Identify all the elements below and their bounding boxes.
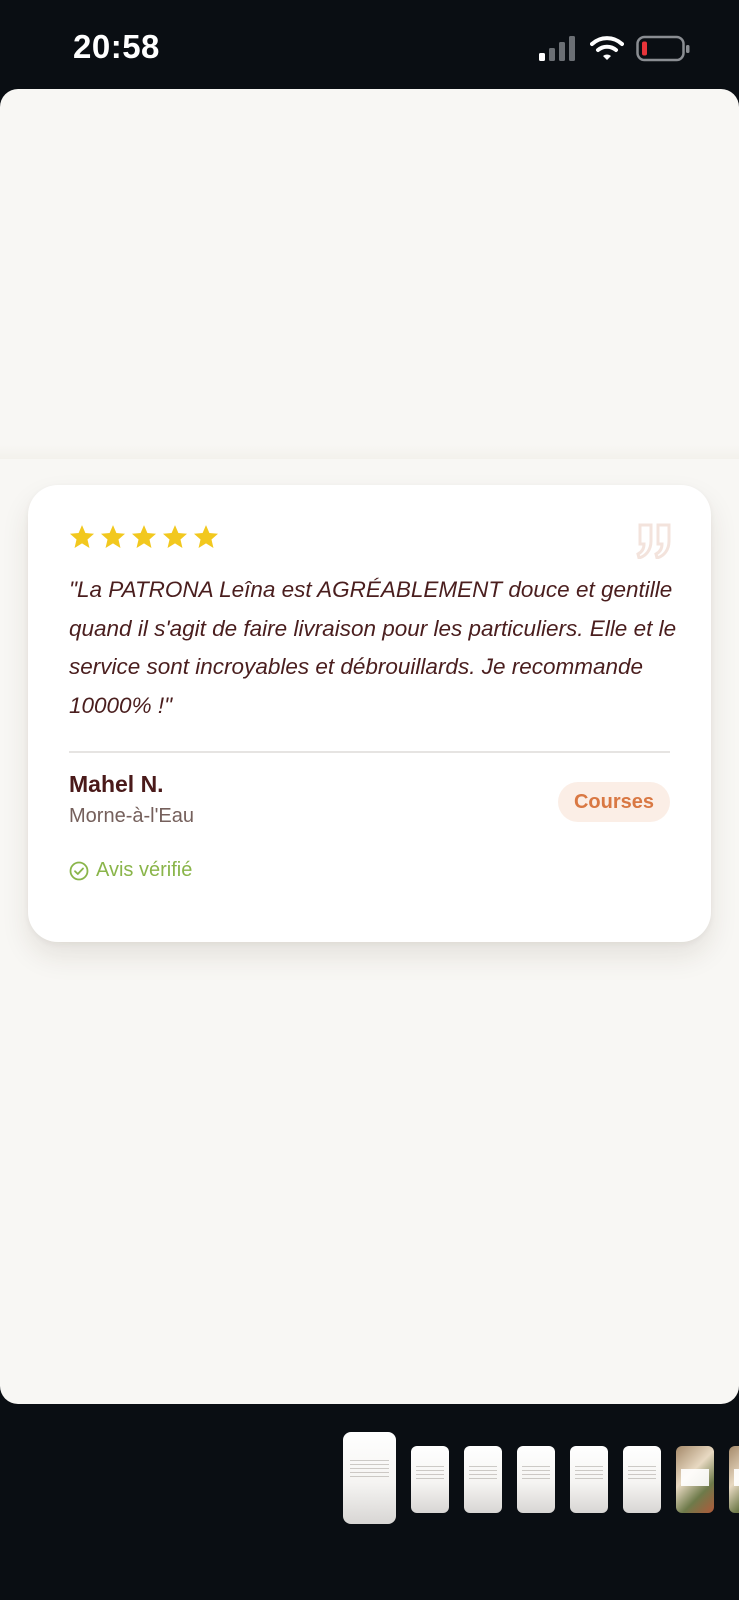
story-thumbnail[interactable] bbox=[570, 1446, 608, 1513]
thumbnail-preview bbox=[734, 1469, 739, 1487]
story-thumbnail[interactable] bbox=[729, 1446, 739, 1513]
star-rating bbox=[68, 523, 220, 551]
battery-icon bbox=[636, 35, 690, 62]
review-card: "La PATRONA Leîna est AGRÉABLEMENT douce… bbox=[28, 485, 711, 942]
status-time: 20:58 bbox=[73, 28, 160, 65]
story-thumbnail[interactable] bbox=[676, 1446, 714, 1513]
story-sheet: "La PATRONA Leîna est AGRÉABLEMENT douce… bbox=[0, 89, 739, 1404]
verified-label: Avis vérifié bbox=[96, 859, 193, 881]
star-icon bbox=[131, 525, 157, 548]
status-bar: 20:58 bbox=[0, 0, 739, 90]
author-name: Mahel N. bbox=[69, 771, 164, 797]
story-thumbnail[interactable] bbox=[464, 1446, 502, 1513]
thumbnail-preview bbox=[350, 1459, 389, 1480]
wifi-icon bbox=[590, 36, 624, 60]
story-thumbnail[interactable] bbox=[411, 1446, 449, 1513]
story-thumbnail[interactable] bbox=[623, 1446, 661, 1513]
star-icon bbox=[193, 525, 219, 548]
author-location: Morne-à-l'Eau bbox=[69, 805, 194, 827]
story-thumbnail[interactable] bbox=[343, 1432, 396, 1524]
thumbnail-preview bbox=[681, 1469, 709, 1487]
sheet-band bbox=[0, 445, 739, 459]
thumbnail-preview bbox=[522, 1466, 550, 1481]
check-circle-icon bbox=[69, 861, 89, 880]
thumbnail-preview bbox=[469, 1466, 497, 1481]
review-text: "La PATRONA Leîna est AGRÉABLEMENT douce… bbox=[69, 577, 677, 718]
thumbnail-preview bbox=[628, 1466, 656, 1481]
star-icon bbox=[69, 525, 95, 548]
verified-badge: Avis vérifié bbox=[69, 859, 192, 882]
star-icon bbox=[162, 525, 188, 548]
signal-icon bbox=[539, 36, 575, 61]
star-icon bbox=[100, 525, 126, 548]
story-thumbnail[interactable] bbox=[517, 1446, 555, 1513]
story-thumbnail-strip bbox=[0, 1404, 739, 1600]
divider bbox=[69, 751, 670, 753]
category-badge: Courses bbox=[558, 782, 670, 822]
thumbnail-preview bbox=[575, 1466, 603, 1481]
quote-icon bbox=[636, 523, 671, 559]
thumbnail-preview bbox=[416, 1466, 444, 1481]
